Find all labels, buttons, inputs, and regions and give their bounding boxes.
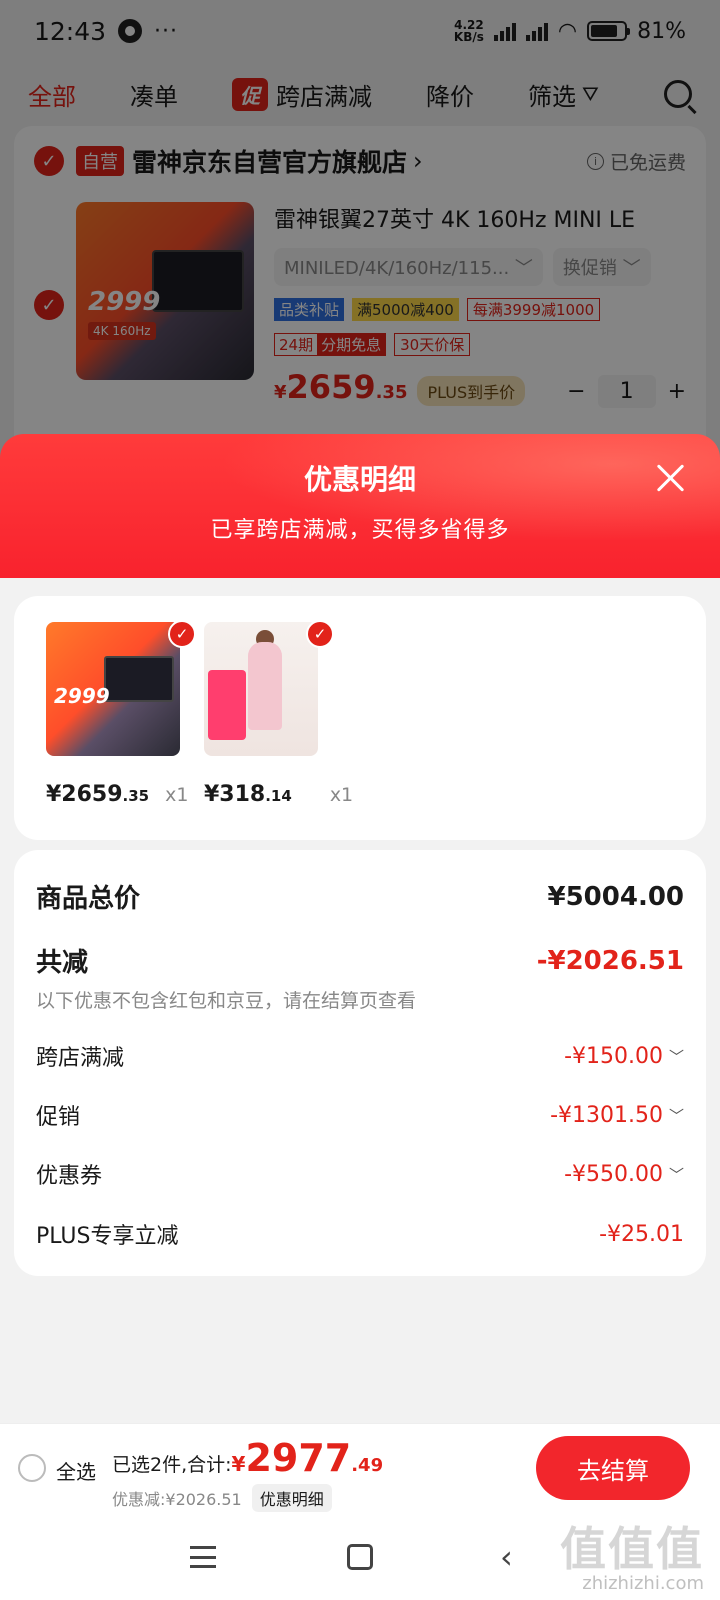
checkout-button[interactable]: 去结算 <box>536 1436 690 1500</box>
system-nav-bar: ‹ 值值值 zhizhizhi.com <box>0 1516 720 1600</box>
total-amount: 2977 <box>245 1436 352 1480</box>
reduce-note: 以下优惠不包含红包和京豆，请在结算页查看 <box>36 990 417 1012</box>
total-reduce-value: -¥2026.51 <box>536 945 684 976</box>
total-price-label: 商品总价 <box>36 884 141 914</box>
total-price-row: 商品总价 ¥5004.00 <box>36 878 684 915</box>
chevron-down-icon: ﹀ <box>668 1106 684 1125</box>
sheet-subtitle: 已享跨店满减，买得多省得多 <box>210 518 510 543</box>
item-quantity: x1 <box>165 784 189 806</box>
back-icon[interactable]: ‹ <box>500 1538 513 1576</box>
select-all-label[interactable]: 全选 <box>56 1456 96 1485</box>
menu-icon[interactable] <box>190 1546 216 1568</box>
sheet-title: 优惠明细 <box>303 463 416 496</box>
thumb-price: 2999 <box>54 684 110 708</box>
discount-sheet-header: 优惠明细 已享跨店满减，买得多省得多 <box>0 434 720 584</box>
total-reduce-row: 共减 -¥2026.51 <box>36 942 684 979</box>
item-checkbox[interactable]: ✓ <box>168 620 196 648</box>
modal-overlay[interactable] <box>0 0 720 460</box>
chevron-down-icon: ﹀ <box>668 1047 684 1066</box>
total-reduce-label: 共减 <box>36 948 89 978</box>
item-price: ¥2659.35 <box>46 782 150 807</box>
discount-sheet-body: 2999 ✓ ¥2659.35 x1 ✓ ¥318.14 x1 商品总价 ¥50… <box>0 578 720 1423</box>
discount-summary-card: 商品总价 ¥5004.00 共减 -¥2026.51 以下优惠不包含红包和京豆，… <box>14 850 706 1276</box>
model-graphic <box>248 642 282 730</box>
item-quantity: x1 <box>329 784 354 806</box>
list-item[interactable]: ✓ ¥318.14 x1 <box>204 620 353 807</box>
list-item[interactable]: 2999 ✓ ¥2659.35 x1 <box>46 620 196 807</box>
watermark: 值值值 zhizhizhi.com <box>560 1522 704 1594</box>
discount-line-plus: PLUS专享立减 -¥25.01 <box>36 1221 684 1250</box>
close-icon[interactable] <box>654 462 686 494</box>
total-price-value: ¥5004.00 <box>547 881 684 912</box>
item-checkbox[interactable]: ✓ <box>306 620 334 648</box>
promo-graphic <box>208 670 246 740</box>
item-image: 2999 <box>46 622 180 756</box>
item-price: ¥318.14 <box>204 782 292 807</box>
discount-amount: 优惠减:¥2026.51 <box>112 1490 242 1509</box>
home-icon[interactable] <box>347 1544 373 1570</box>
summary-label: 已选2件,合计: <box>112 1454 232 1476</box>
checkout-bar: 全选 已选2件,合计: ¥ 2977 .49 优惠减:¥2026.51 优惠明细… <box>0 1423 720 1516</box>
discount-line-cross-store[interactable]: 跨店满减 -¥150.00 ﹀ <box>36 1040 684 1072</box>
selected-items-card: 2999 ✓ ¥2659.35 x1 ✓ ¥318.14 x1 <box>14 596 706 840</box>
select-all-checkbox[interactable] <box>18 1454 46 1482</box>
discount-line-promotion[interactable]: 促销 -¥1301.50 ﹀ <box>36 1099 684 1131</box>
discount-detail-button[interactable]: 优惠明细 <box>251 1484 332 1512</box>
order-total: 已选2件,合计: ¥ 2977 .49 <box>112 1436 384 1480</box>
monitor-graphic <box>104 656 174 702</box>
chevron-down-icon: ﹀ <box>668 1165 684 1184</box>
discount-line-coupon[interactable]: 优惠券 -¥550.00 ﹀ <box>36 1158 684 1190</box>
item-image <box>204 622 318 756</box>
